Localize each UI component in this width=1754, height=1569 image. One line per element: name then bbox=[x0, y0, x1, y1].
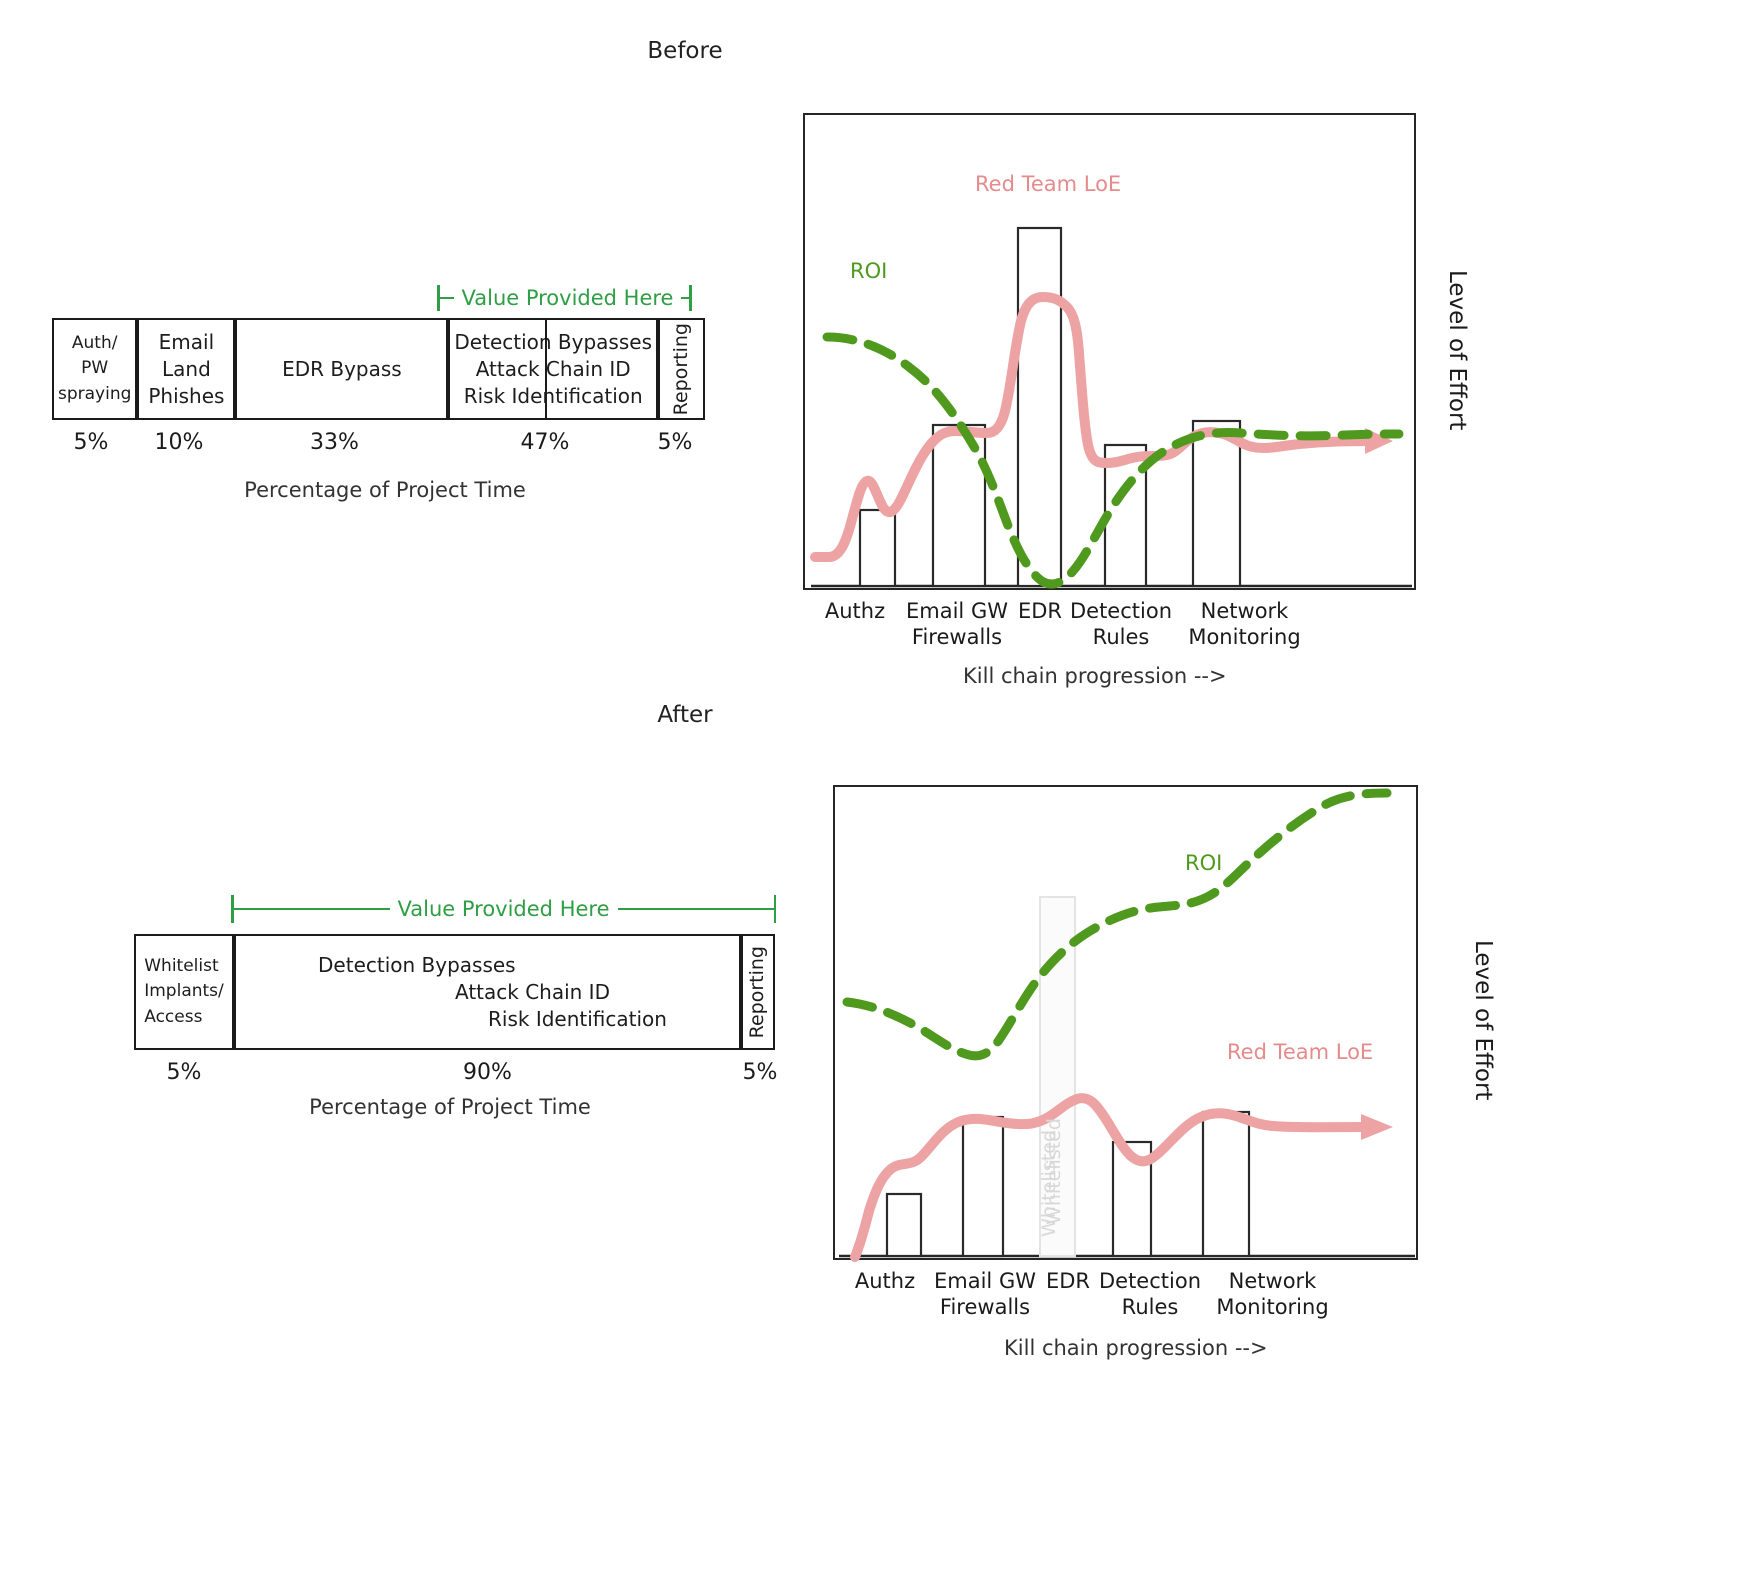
after-xtick-4: Network Monitoring bbox=[1200, 1268, 1345, 1321]
before-segment-0[interactable]: Auth/ PW spraying bbox=[52, 318, 138, 420]
before-segment-3[interactable]: Detection Bypasses Attack Chain ID Risk … bbox=[448, 318, 658, 420]
before-segment-1-line-0: Email bbox=[158, 329, 215, 354]
after-xtick-3: Detection Rules bbox=[1085, 1268, 1215, 1321]
before-segment-3-line-2: Risk Identification bbox=[463, 383, 643, 408]
after-bracket-cap-right bbox=[773, 895, 777, 923]
before-xtick-4-line-0: Network bbox=[1200, 599, 1289, 623]
before-segment-2[interactable]: EDR Bypass bbox=[235, 318, 449, 420]
after-segment-0-line-0: Whitelist bbox=[144, 955, 219, 976]
before-segment-4[interactable]: Reporting bbox=[658, 318, 705, 420]
after-segment-0-line-2: Access bbox=[144, 1006, 203, 1027]
after-percentage-bar: Whitelist Implants/ Access Detection Byp… bbox=[134, 934, 775, 1050]
before-segment-2-line-0: EDR Bypass bbox=[282, 356, 402, 381]
after-xtick-3-line-0: Detection bbox=[1098, 1269, 1202, 1293]
after-bracket-line-right bbox=[617, 908, 774, 910]
before-value-bracket-label: Value Provided Here bbox=[461, 286, 674, 310]
after-segment-1-line-2: Risk Identification bbox=[488, 1006, 667, 1031]
after-label-roi: ROI bbox=[1185, 851, 1222, 875]
after-xtick-4-line-1: Monitoring bbox=[1216, 1295, 1329, 1320]
before-chart-frame: Red Team LoE ROI bbox=[803, 113, 1416, 590]
section-title-before: Before bbox=[647, 38, 723, 64]
before-segment-3-line-1: Attack Chain ID bbox=[475, 356, 631, 381]
before-percent-2: 33% bbox=[310, 430, 359, 455]
before-xtick-3-line-1: Rules bbox=[1092, 625, 1150, 650]
before-bar-authz bbox=[858, 508, 897, 588]
section-title-after: After bbox=[657, 702, 713, 728]
after-chart-ylabel: Level of Effort bbox=[1470, 940, 1496, 1101]
after-segment-2-label: Reporting bbox=[746, 945, 769, 1039]
before-xtick-4-line-1: Monitoring bbox=[1188, 625, 1301, 650]
after-series-roi bbox=[842, 788, 1392, 1061]
after-xtick-1-line-1: Firewalls bbox=[939, 1295, 1031, 1320]
after-segment-1-line-0: Detection Bypasses bbox=[318, 952, 516, 977]
after-percent-1: 90% bbox=[463, 1060, 512, 1085]
before-percent-4: 5% bbox=[657, 430, 693, 455]
before-segment-0-line-1: PW bbox=[81, 358, 109, 379]
before-chart-svg: Red Team LoE ROI bbox=[810, 172, 1412, 589]
bracket-line-right bbox=[681, 297, 690, 299]
before-segment-3-divider-a bbox=[544, 318, 547, 420]
after-percent-0: 5% bbox=[166, 1060, 202, 1085]
before-value-bracket: Value Provided Here bbox=[437, 285, 709, 311]
before-xtick-4: Network Monitoring bbox=[1172, 598, 1317, 651]
before-label-roi: ROI bbox=[850, 259, 887, 283]
before-segment-1[interactable]: Email Land Phishes bbox=[137, 318, 236, 420]
after-segment-0[interactable]: Whitelist Implants/ Access bbox=[134, 934, 234, 1050]
before-chart-ylabel: Level of Effort bbox=[1444, 270, 1470, 431]
after-bar-caption: Percentage of Project Time bbox=[309, 1095, 591, 1119]
after-bar-authz bbox=[885, 1192, 923, 1258]
before-bar-caption: Percentage of Project Time bbox=[244, 478, 526, 502]
after-loe-arrowhead bbox=[1361, 1114, 1393, 1140]
before-percent-0: 5% bbox=[73, 430, 109, 455]
before-percentage-bar: Auth/ PW spraying Email Land Phishes EDR… bbox=[52, 318, 705, 420]
before-chart-bars bbox=[858, 226, 1242, 588]
after-chart-svg: ROI Red Team LoE bbox=[839, 788, 1415, 1262]
after-chart-frame: ROI Red Team LoE Whitelisted bbox=[833, 785, 1418, 1262]
before-xtick-3: Detection Rules bbox=[1056, 598, 1186, 651]
before-bar-edr bbox=[1016, 226, 1063, 588]
before-segment-1-line-2: Phishes bbox=[148, 383, 225, 408]
after-xtick-3-line-1: Rules bbox=[1121, 1295, 1179, 1320]
after-xtick-4-line-0: Network bbox=[1228, 1269, 1317, 1293]
after-segment-0-line-1: Implants/ bbox=[144, 981, 224, 1002]
after-percent-2: 5% bbox=[742, 1060, 778, 1085]
before-chart-xlabel: Kill chain progression --> bbox=[963, 664, 1227, 688]
after-value-bracket: Value Provided Here bbox=[231, 895, 777, 923]
after-bracket-line-left bbox=[233, 908, 390, 910]
after-segment-1-line-1: Attack Chain ID bbox=[454, 979, 610, 1004]
before-segment-0-line-0: Auth/ bbox=[71, 332, 118, 353]
before-label-red-team-loe: Red Team LoE bbox=[975, 172, 1121, 196]
before-xtick-3-line-0: Detection bbox=[1069, 599, 1173, 623]
before-bar-network-monitoring bbox=[1191, 419, 1242, 588]
after-segment-1[interactable]: Detection Bypasses Attack Chain ID Risk … bbox=[234, 934, 741, 1050]
after-bar-email-gw bbox=[961, 1115, 1005, 1258]
before-percent-3: 47% bbox=[520, 430, 570, 455]
before-segment-0-line-2: spraying bbox=[58, 383, 132, 404]
before-segment-4-label: Reporting bbox=[669, 322, 692, 416]
before-xtick-1-line-1: Firewalls bbox=[911, 625, 1003, 650]
bracket-line-left bbox=[439, 297, 454, 299]
after-chart-xlabel: Kill chain progression --> bbox=[1004, 1336, 1268, 1360]
after-bar-network-monitoring bbox=[1201, 1110, 1251, 1258]
after-value-bracket-label: Value Provided Here bbox=[397, 897, 610, 921]
after-label-red-team-loe: Red Team LoE bbox=[1227, 1040, 1373, 1064]
before-segment-1-line-1: Land bbox=[162, 356, 211, 381]
before-percent-1: 10% bbox=[154, 430, 204, 455]
before-series-red-team-loe bbox=[810, 292, 1376, 562]
bracket-cap-right bbox=[689, 285, 692, 311]
after-whitelisted-label: Whitelisted bbox=[1043, 1118, 1065, 1225]
after-series-red-team-loe bbox=[850, 1093, 1370, 1262]
after-segment-2[interactable]: Reporting bbox=[741, 934, 775, 1050]
before-segment-3-line-0: Detection Bypasses bbox=[454, 329, 652, 354]
